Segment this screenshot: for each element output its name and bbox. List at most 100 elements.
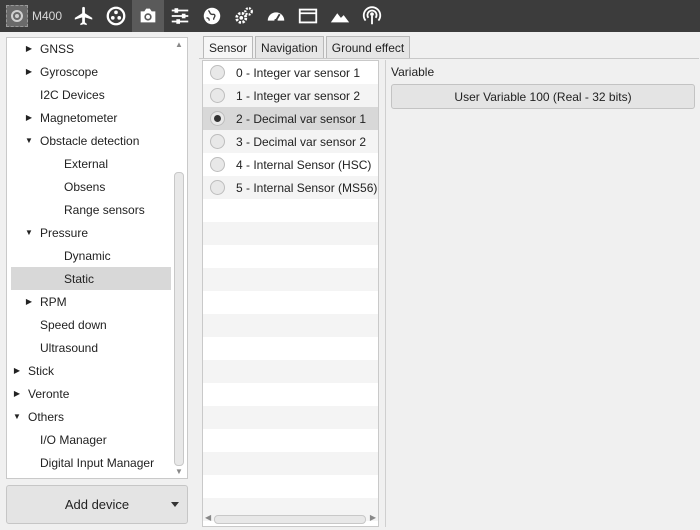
sensor-radio[interactable] — [210, 111, 225, 126]
tree-item-label: Range sensors — [64, 202, 145, 217]
tree-item[interactable]: ▶ Magnetometer — [11, 106, 171, 129]
chevron-down-icon[interactable] — [171, 502, 179, 507]
tree-item-label: External — [64, 156, 109, 171]
empty-list-row — [203, 291, 378, 314]
tree-item-label: Gyroscope — [40, 64, 99, 79]
tree-item[interactable]: Speed down — [11, 313, 171, 336]
empty-list-row — [203, 337, 378, 360]
tree-item-label: Static — [64, 271, 95, 286]
sensor-radio[interactable] — [210, 88, 225, 103]
sensor-row[interactable]: 5 - Internal Sensor (MS56) — [203, 176, 378, 199]
tree-item[interactable]: I/O Manager — [11, 428, 171, 451]
add-device-label: Add device — [64, 497, 130, 512]
tab-label: Ground effect — [331, 41, 405, 55]
sensor-row[interactable]: 2 - Decimal var sensor 1 — [203, 107, 378, 130]
tree-item-label: Ultrasound — [40, 340, 99, 355]
airplane-icon[interactable] — [68, 0, 100, 32]
sensor-row[interactable]: 0 - Integer var sensor 1 — [203, 61, 378, 84]
tree-item-label: Others — [28, 409, 65, 424]
tree-item[interactable]: ▶ Gyroscope — [11, 60, 171, 83]
expand-arrow-icon[interactable]: ▶ — [23, 44, 35, 53]
tree-item-label: Speed down — [40, 317, 107, 332]
tree-item-label: Obsens — [64, 179, 106, 194]
sliders-icon[interactable] — [164, 0, 196, 32]
camera-icon[interactable] — [132, 0, 165, 32]
collapse-arrow-icon[interactable]: ▼ — [23, 136, 35, 145]
tree-item[interactable]: ▶ Veronte — [11, 382, 171, 405]
scroll-down-icon[interactable]: ▼ — [175, 467, 183, 476]
empty-list-row — [203, 314, 378, 337]
sensor-label: 4 - Internal Sensor (HSC) — [236, 157, 372, 172]
tab-sensor[interactable]: Sensor — [203, 36, 254, 59]
tree-item[interactable]: ▼ Pressure — [11, 221, 171, 244]
tree-item-label: GNSS — [40, 41, 75, 56]
tree-item-label: Digital Input Manager — [40, 455, 155, 470]
scrollbar-thumb[interactable] — [174, 172, 184, 466]
add-device-button[interactable]: Add device — [6, 485, 188, 524]
expand-arrow-icon[interactable]: ▶ — [23, 297, 35, 306]
sensor-radio[interactable] — [210, 157, 225, 172]
sensor-row[interactable]: 4 - Internal Sensor (HSC) — [203, 153, 378, 176]
scroll-right-icon[interactable]: ▶ — [370, 513, 376, 522]
empty-list-row — [203, 429, 378, 452]
tree-item[interactable]: Static — [11, 267, 171, 290]
spinner-icon[interactable] — [100, 0, 132, 32]
tree-item[interactable]: ▼ Others — [11, 405, 171, 428]
sensor-row[interactable]: 3 - Decimal var sensor 2 — [203, 130, 378, 153]
tree-item[interactable]: Range sensors — [11, 198, 171, 221]
scroll-left-icon[interactable]: ◀ — [205, 513, 211, 522]
tree-item-label: I/O Manager — [40, 432, 107, 447]
variable-value: User Variable 100 (Real - 32 bits) — [454, 89, 632, 104]
collapse-arrow-icon[interactable]: ▼ — [11, 412, 23, 421]
device-tree-panel: ▶ GNSS ▶ Gyroscope I2C Devices ▶ Magnetometer ▼… — [6, 37, 188, 479]
empty-list-row — [203, 475, 378, 498]
tree-item-label: Obstacle detection — [40, 133, 140, 148]
tree-item[interactable]: ▼ Obstacle detection — [11, 129, 171, 152]
panel-divider[interactable] — [385, 60, 386, 527]
tree-item-label: I2C Devices — [40, 87, 105, 102]
expand-arrow-icon[interactable]: ▶ — [23, 113, 35, 122]
collapse-arrow-icon[interactable]: ▼ — [23, 228, 35, 237]
tree-item[interactable]: ▶ GNSS — [11, 38, 171, 60]
tree-item[interactable]: Obsens — [11, 175, 171, 198]
tree-item-label: Pressure — [40, 225, 89, 240]
globe-icon[interactable] — [196, 0, 228, 32]
tree-item[interactable]: ▶ RPM — [11, 290, 171, 313]
empty-list-row — [203, 245, 378, 268]
tree-item[interactable]: I2C Devices — [11, 83, 171, 106]
tree-item[interactable]: ▶ Stick — [11, 359, 171, 382]
sensor-radio[interactable] — [210, 65, 225, 80]
expand-arrow-icon[interactable]: ▶ — [11, 389, 23, 398]
app-logo[interactable]: M400 — [0, 0, 68, 32]
sensor-list: 0 - Integer var sensor 1 1 - Integer var … — [202, 60, 379, 527]
expand-arrow-icon[interactable]: ▶ — [23, 67, 35, 76]
sensor-row[interactable]: 1 - Integer var sensor 2 — [203, 84, 378, 107]
sensor-radio[interactable] — [210, 134, 225, 149]
tree-item[interactable]: Ultrasound — [11, 336, 171, 359]
mountain-icon[interactable] — [324, 0, 356, 32]
empty-list-row — [203, 268, 378, 291]
tree-item[interactable]: External — [11, 152, 171, 175]
sensor-radio[interactable] — [210, 180, 225, 195]
window-icon[interactable] — [292, 0, 324, 32]
sensor-label: 1 - Integer var sensor 2 — [236, 88, 361, 103]
tree-item[interactable]: Dynamic — [11, 244, 171, 267]
empty-list-row — [203, 406, 378, 429]
gear-logo-icon — [6, 5, 28, 27]
expand-arrow-icon[interactable]: ▶ — [11, 366, 23, 375]
scroll-up-icon[interactable]: ▲ — [175, 40, 183, 49]
gears-icon[interactable] — [228, 0, 260, 32]
app-name: M400 — [32, 9, 63, 23]
tab-label: Sensor — [209, 41, 248, 55]
signal-icon[interactable] — [356, 0, 388, 32]
scrollbar-thumb[interactable] — [214, 515, 366, 524]
tree-scrollbar[interactable]: ▲ ▼ — [173, 40, 185, 476]
empty-list-row — [203, 222, 378, 245]
tab-navigation[interactable]: Navigation — [255, 36, 324, 59]
gauge-icon[interactable] — [260, 0, 292, 32]
tree-item[interactable]: Digital Input Manager — [11, 451, 171, 474]
tab-ground-effect[interactable]: Ground effect — [325, 36, 411, 59]
variable-select-button[interactable]: User Variable 100 (Real - 32 bits) — [391, 84, 695, 109]
tab-label: Navigation — [261, 41, 318, 55]
sensor-list-h-scrollbar[interactable]: ◀ ▶ — [205, 513, 376, 525]
